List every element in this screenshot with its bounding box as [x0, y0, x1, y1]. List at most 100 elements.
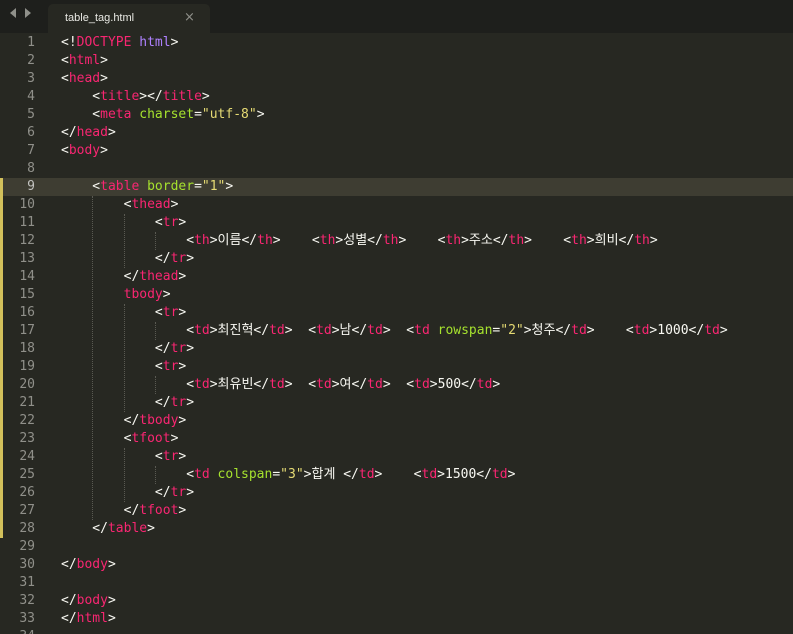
triangle-right-icon[interactable]	[25, 8, 31, 18]
code-line[interactable]: 11 <tr>	[0, 214, 793, 232]
code-token: >1000</	[649, 323, 705, 338]
line-number: 2	[27, 53, 35, 68]
code-line[interactable]: 22 </tbody>	[0, 412, 793, 430]
code-token: <	[61, 197, 132, 212]
code-line[interactable]: 34	[0, 628, 793, 634]
code-token: td	[414, 377, 430, 392]
code-line[interactable]: 25 <td colspan="3">합계 </td> <td>1500</td…	[0, 466, 793, 484]
code-line[interactable]: 24 <tr>	[0, 448, 793, 466]
code-token: >	[178, 215, 187, 230]
code-token: <	[61, 143, 69, 158]
code-token: >	[100, 143, 108, 158]
code-token: </	[61, 593, 77, 608]
code-line[interactable]: 27 </tfoot>	[0, 502, 793, 520]
triangle-left-icon[interactable]	[10, 8, 16, 18]
code-text: <tr>	[61, 358, 186, 376]
close-icon[interactable]: ×	[184, 10, 195, 26]
code-token: >	[186, 485, 195, 500]
code-token: >	[178, 503, 187, 518]
code-token: </	[61, 503, 140, 518]
line-number: 18	[19, 341, 35, 356]
code-token: DOCTYPE	[76, 35, 132, 50]
code-line[interactable]: 10 <thead>	[0, 196, 793, 214]
code-line[interactable]: 2 <html>	[0, 52, 793, 70]
code-token: tr	[170, 395, 187, 410]
code-line[interactable]: 9 <table border="1">	[0, 178, 793, 196]
code-token: <	[61, 71, 69, 86]
code-token: <	[61, 89, 101, 104]
code-line[interactable]: 29	[0, 538, 793, 556]
code-text: <thead>	[61, 196, 179, 214]
code-token: tfoot	[131, 431, 171, 446]
code-token: td	[704, 323, 720, 338]
code-line[interactable]: 20 <td>최유빈</td> <td>여</td> <td>500</td>	[0, 376, 793, 394]
code-line[interactable]: 8	[0, 160, 793, 178]
line-number: 28	[19, 521, 35, 536]
code-line[interactable]: 28 </table>	[0, 520, 793, 538]
tab-table-tag-html[interactable]: table_tag.html ×	[48, 4, 210, 33]
code-token: body	[76, 557, 108, 572]
code-text: </tr>	[61, 394, 194, 412]
code-line[interactable]: 3 <head>	[0, 70, 793, 88]
code-line[interactable]: 15 tbody>	[0, 286, 793, 304]
code-token: <	[61, 467, 195, 482]
code-line[interactable]: 33 </html>	[0, 610, 793, 628]
code-token: td	[269, 377, 285, 392]
code-token: =	[194, 179, 202, 194]
code-line[interactable]: 16 <tr>	[0, 304, 793, 322]
code-line[interactable]: 12 <th>이름</th> <th>성별</th> <th>주소</th> <…	[0, 232, 793, 250]
code-token: html	[68, 53, 101, 68]
code-token: tbody	[139, 413, 179, 428]
code-line[interactable]: 23 <tfoot>	[0, 430, 793, 448]
code-token: body	[76, 593, 108, 608]
code-line[interactable]: 5 <meta charset="utf-8">	[0, 106, 793, 124]
code-token: rowspan	[437, 323, 493, 338]
code-line[interactable]: 7 <body>	[0, 142, 793, 160]
code-text: <body>	[61, 142, 108, 160]
code-line[interactable]: 21 </tr>	[0, 394, 793, 412]
code-text: <html>	[61, 52, 108, 70]
code-line[interactable]: 4 <title></title>	[0, 88, 793, 106]
line-number: 25	[19, 467, 35, 482]
code-token: >	[170, 35, 179, 50]
code-line[interactable]: 14 </thead>	[0, 268, 793, 286]
code-token: tr	[170, 485, 187, 500]
code-line[interactable]: 32 </body>	[0, 592, 793, 610]
code-token: td	[414, 323, 430, 338]
code-token: > <	[382, 323, 415, 338]
code-token: </	[61, 611, 77, 626]
code-line[interactable]: 31	[0, 574, 793, 592]
code-line[interactable]: 13 </tr>	[0, 250, 793, 268]
code-token: </	[61, 485, 171, 500]
code-token: border	[147, 179, 195, 194]
code-token: >	[178, 359, 187, 374]
code-token: tr	[170, 341, 187, 356]
code-line[interactable]: 17 <td>최진혁</td> <td>남</td> <td rowspan="…	[0, 322, 793, 340]
code-text: <tr>	[61, 214, 186, 232]
code-token: >	[178, 449, 187, 464]
code-line[interactable]: 18 </tr>	[0, 340, 793, 358]
code-token: </	[61, 413, 140, 428]
code-token: th	[445, 233, 462, 248]
code-line[interactable]: 1 <!DOCTYPE html>	[0, 34, 793, 52]
line-number: 19	[19, 359, 35, 374]
code-token: td	[316, 323, 332, 338]
code-editor[interactable]: 1 <!DOCTYPE html> 2 <html> 3 <head> 4 <title><…	[0, 33, 793, 634]
code-line[interactable]: 26 </tr>	[0, 484, 793, 502]
code-token: >	[107, 593, 116, 608]
code-token: </	[61, 125, 77, 140]
code-token: title	[100, 89, 140, 104]
code-token: </	[61, 251, 171, 266]
code-text: tbody>	[61, 286, 171, 304]
code-token: > <	[374, 467, 422, 482]
code-token: td	[358, 467, 375, 482]
code-token: >최진혁</	[209, 323, 270, 338]
code-text: </html>	[61, 610, 116, 628]
code-text: <table border="1">	[61, 178, 233, 196]
code-line[interactable]: 19 <tr>	[0, 358, 793, 376]
code-token: tr	[162, 359, 179, 374]
code-line[interactable]: 6 </head>	[0, 124, 793, 142]
code-token: >	[186, 251, 195, 266]
code-line[interactable]: 30 </body>	[0, 556, 793, 574]
